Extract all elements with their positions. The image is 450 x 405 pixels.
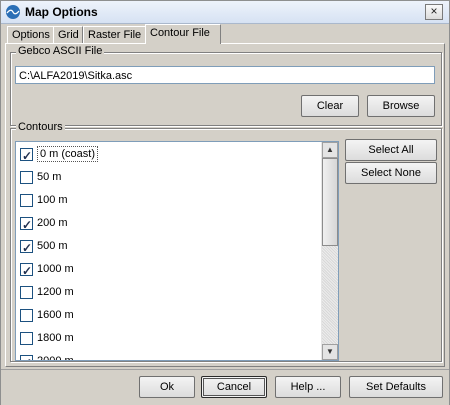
gebco-group-label: Gebco ASCII File xyxy=(16,45,105,57)
contour-list[interactable]: ✓ 0 m (coast) 50 m 100 m ✓ 200 m ✓ 500 m… xyxy=(15,141,339,361)
tab-options[interactable]: Options xyxy=(7,26,57,44)
contour-item[interactable]: 1800 m xyxy=(20,328,320,348)
contour-item-label: 100 m xyxy=(37,194,68,206)
select-all-button[interactable]: Select All xyxy=(345,139,437,161)
cancel-button[interactable]: Cancel xyxy=(201,376,267,398)
contour-item[interactable]: 50 m xyxy=(20,167,320,187)
contour-item-label: 1800 m xyxy=(37,332,74,344)
close-button[interactable]: × xyxy=(425,4,443,20)
contour-item[interactable]: ✓ 200 m xyxy=(20,213,320,233)
select-none-button[interactable]: Select None xyxy=(345,162,437,184)
check-icon: ✓ xyxy=(22,218,33,232)
check-icon: ✓ xyxy=(22,264,33,278)
checkbox[interactable]: ✓ xyxy=(20,148,33,163)
contour-file-panel: Gebco ASCII File C:\ALFA2019\Sitka.asc C… xyxy=(5,43,445,367)
help-button[interactable]: Help ... xyxy=(275,376,341,398)
contour-item-label: 500 m xyxy=(37,240,68,252)
contour-item[interactable]: 1200 m xyxy=(20,282,320,302)
contour-list-scrollbar[interactable]: ▲ ▼ xyxy=(321,142,338,360)
gebco-ascii-file-group: Gebco ASCII File C:\ALFA2019\Sitka.asc C… xyxy=(10,45,442,126)
contour-item[interactable]: ✓ 1000 m xyxy=(20,259,320,279)
check-icon: ✓ xyxy=(22,149,33,163)
set-defaults-button[interactable]: Set Defaults xyxy=(349,376,443,398)
checkbox[interactable] xyxy=(20,332,33,345)
title-bar: Map Options × xyxy=(1,1,449,24)
close-icon: × xyxy=(430,4,438,18)
contour-item-label: 2000 m xyxy=(37,355,74,361)
clear-button[interactable]: Clear xyxy=(301,95,359,117)
contour-item[interactable]: ✓ 0 m (coast) xyxy=(20,144,320,164)
down-arrow-icon: ▼ xyxy=(326,347,334,356)
contour-item[interactable]: 100 m xyxy=(20,190,320,210)
scroll-down-button[interactable]: ▼ xyxy=(322,344,338,360)
ok-button[interactable]: Ok xyxy=(139,376,195,398)
tab-grid[interactable]: Grid xyxy=(53,26,83,44)
browse-button[interactable]: Browse xyxy=(367,95,435,117)
contour-item-label: 200 m xyxy=(37,217,68,229)
contour-item[interactable]: ✓ 500 m xyxy=(20,236,320,256)
checkbox[interactable] xyxy=(20,171,33,184)
checkbox[interactable]: ✓ xyxy=(20,263,33,278)
contour-item[interactable]: ✓ 2000 m xyxy=(20,351,320,361)
checkbox[interactable]: ✓ xyxy=(20,240,33,255)
contours-group-label: Contours xyxy=(16,121,65,133)
contours-group: Contours ✓ 0 m (coast) 50 m 100 m ✓ 200 … xyxy=(10,121,442,362)
tab-raster-file[interactable]: Raster File xyxy=(83,26,151,44)
tab-contour-file[interactable]: Contour File xyxy=(145,24,221,44)
contour-item-label: 1200 m xyxy=(37,286,74,298)
gebco-path-field[interactable]: C:\ALFA2019\Sitka.asc xyxy=(15,66,435,84)
contour-item-label: 50 m xyxy=(37,171,62,183)
checkbox[interactable]: ✓ xyxy=(20,217,33,232)
dialog-button-bar: Ok Cancel Help ... Set Defaults xyxy=(1,369,449,405)
check-icon: ✓ xyxy=(22,353,32,360)
checkbox[interactable] xyxy=(20,286,33,299)
contour-item-label: 0 m (coast) xyxy=(37,146,99,162)
up-arrow-icon: ▲ xyxy=(326,145,334,154)
scroll-thumb[interactable] xyxy=(322,158,338,246)
checkbox[interactable] xyxy=(20,309,33,322)
map-options-dialog: Map Options × Options Grid Raster File C… xyxy=(0,0,450,405)
checkbox[interactable] xyxy=(20,194,33,207)
window-title: Map Options xyxy=(25,5,98,19)
contour-item-label: 1000 m xyxy=(37,263,74,275)
contour-item-label: 1600 m xyxy=(37,309,74,321)
contour-item[interactable]: 1600 m xyxy=(20,305,320,325)
globe-app-icon xyxy=(6,5,20,19)
check-icon: ✓ xyxy=(22,241,33,255)
scroll-up-button[interactable]: ▲ xyxy=(322,142,338,158)
checkbox[interactable]: ✓ xyxy=(20,353,33,360)
